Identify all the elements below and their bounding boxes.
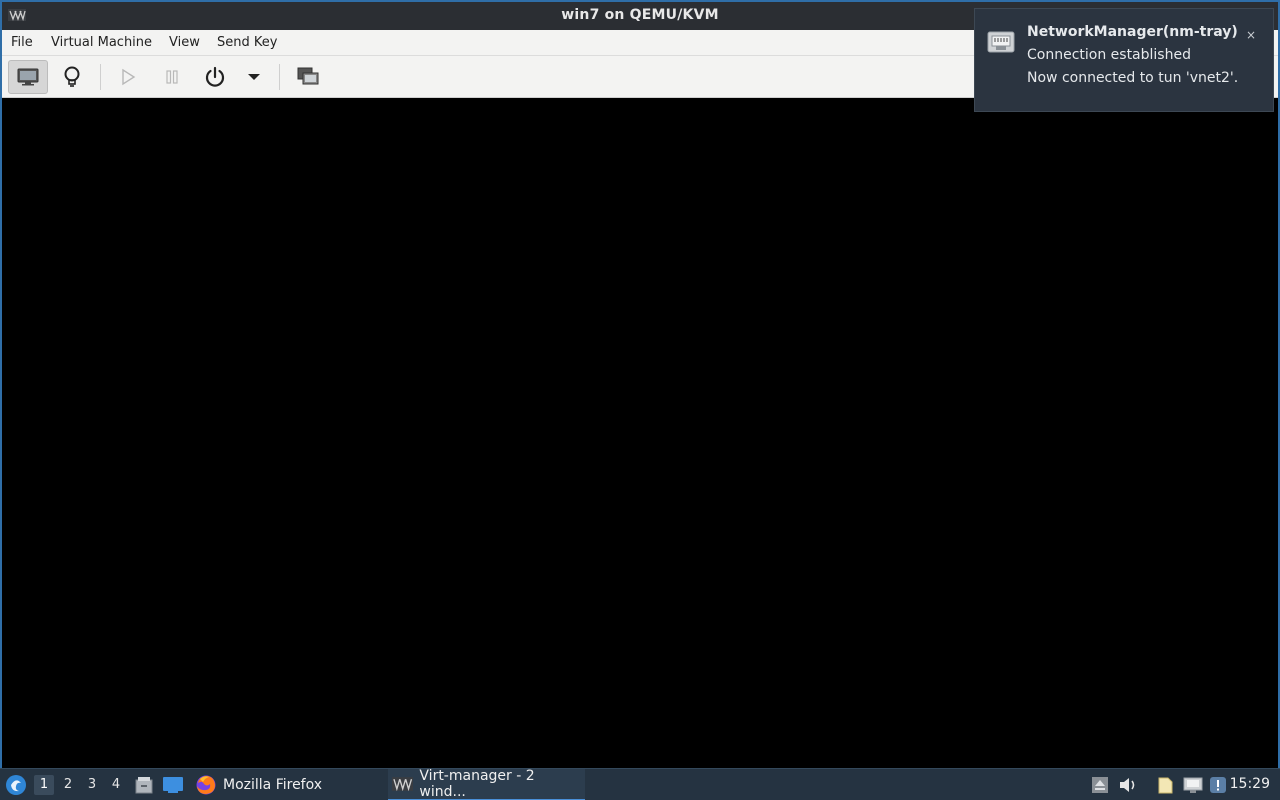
desktop-3[interactable]: 3 [82, 775, 102, 795]
console-view-button[interactable] [8, 60, 48, 94]
run-button[interactable] [108, 60, 148, 94]
taskbar: 1 2 3 4 Mozilla Firefox Virt-manager - 2… [0, 768, 1280, 800]
toolbar-separator [279, 64, 280, 90]
lxqt-logo-icon [6, 775, 26, 795]
task-firefox[interactable]: Mozilla Firefox [191, 769, 326, 800]
eject-icon [1092, 777, 1108, 793]
notification-title: NetworkManager(nm-tray) [1027, 24, 1238, 40]
task-firefox-label: Mozilla Firefox [223, 777, 323, 793]
file-manager-launcher[interactable] [134, 769, 154, 800]
volume-tray[interactable] [1118, 775, 1138, 795]
desktop-screen: win7 on QEMU/KVM File Virtual Machine Vi… [0, 0, 1280, 800]
desktop-2[interactable]: 2 [58, 775, 78, 795]
file-manager-icon [135, 777, 153, 794]
chevron-down-icon [248, 74, 260, 80]
taskbar-clock[interactable]: 15:29 [1230, 776, 1270, 792]
fullscreen-button[interactable] [288, 60, 328, 94]
details-view-button[interactable] [52, 60, 92, 94]
updates-tray[interactable] [1208, 775, 1228, 795]
network-wired-icon [987, 31, 1015, 53]
notification-body: Now connected to tun 'vnet2'. [1027, 70, 1239, 86]
play-icon [122, 68, 136, 86]
desktop-4[interactable]: 4 [106, 775, 126, 795]
power-icon [205, 66, 225, 87]
desktop-1[interactable]: 1 [34, 775, 54, 795]
menu-virtual-machine[interactable]: Virtual Machine [51, 35, 152, 50]
task-virt-manager-label: Virt-manager - 2 wind... [419, 768, 535, 800]
removable-media-tray[interactable] [1090, 775, 1110, 795]
notification-summary: Connection established [1027, 47, 1191, 63]
virt-manager-icon [392, 777, 414, 791]
lightbulb-icon [64, 66, 80, 87]
virt-manager-window: win7 on QEMU/KVM File Virtual Machine Vi… [0, 0, 1280, 770]
clipboard-tray[interactable] [1155, 775, 1175, 795]
pause-icon [166, 70, 178, 84]
close-icon[interactable]: × [1243, 27, 1259, 43]
desktop-icon [163, 777, 183, 793]
start-menu-button[interactable] [4, 769, 28, 800]
vm-console-display[interactable] [2, 98, 1278, 770]
menu-send-key[interactable]: Send Key [217, 35, 277, 50]
pause-button[interactable] [152, 60, 192, 94]
firefox-icon [196, 775, 216, 795]
task-virt-manager[interactable]: Virt-manager - 2 wind... [388, 768, 585, 800]
fullscreen-icon [297, 67, 319, 85]
network-wired-icon [1183, 777, 1203, 793]
toolbar-separator [100, 64, 101, 90]
volume-icon [1120, 778, 1135, 792]
shutdown-button[interactable] [195, 60, 235, 94]
menu-file[interactable]: File [11, 35, 33, 50]
shutdown-menu-button[interactable] [236, 60, 272, 94]
info-badge-icon [1210, 777, 1226, 793]
monitor-icon [17, 68, 39, 86]
menu-view[interactable]: View [169, 35, 200, 50]
network-tray[interactable] [1183, 775, 1203, 795]
show-desktop-launcher[interactable] [162, 769, 184, 800]
clipboard-icon [1158, 777, 1173, 794]
network-notification[interactable]: NetworkManager(nm-tray) Connection estab… [974, 8, 1274, 112]
